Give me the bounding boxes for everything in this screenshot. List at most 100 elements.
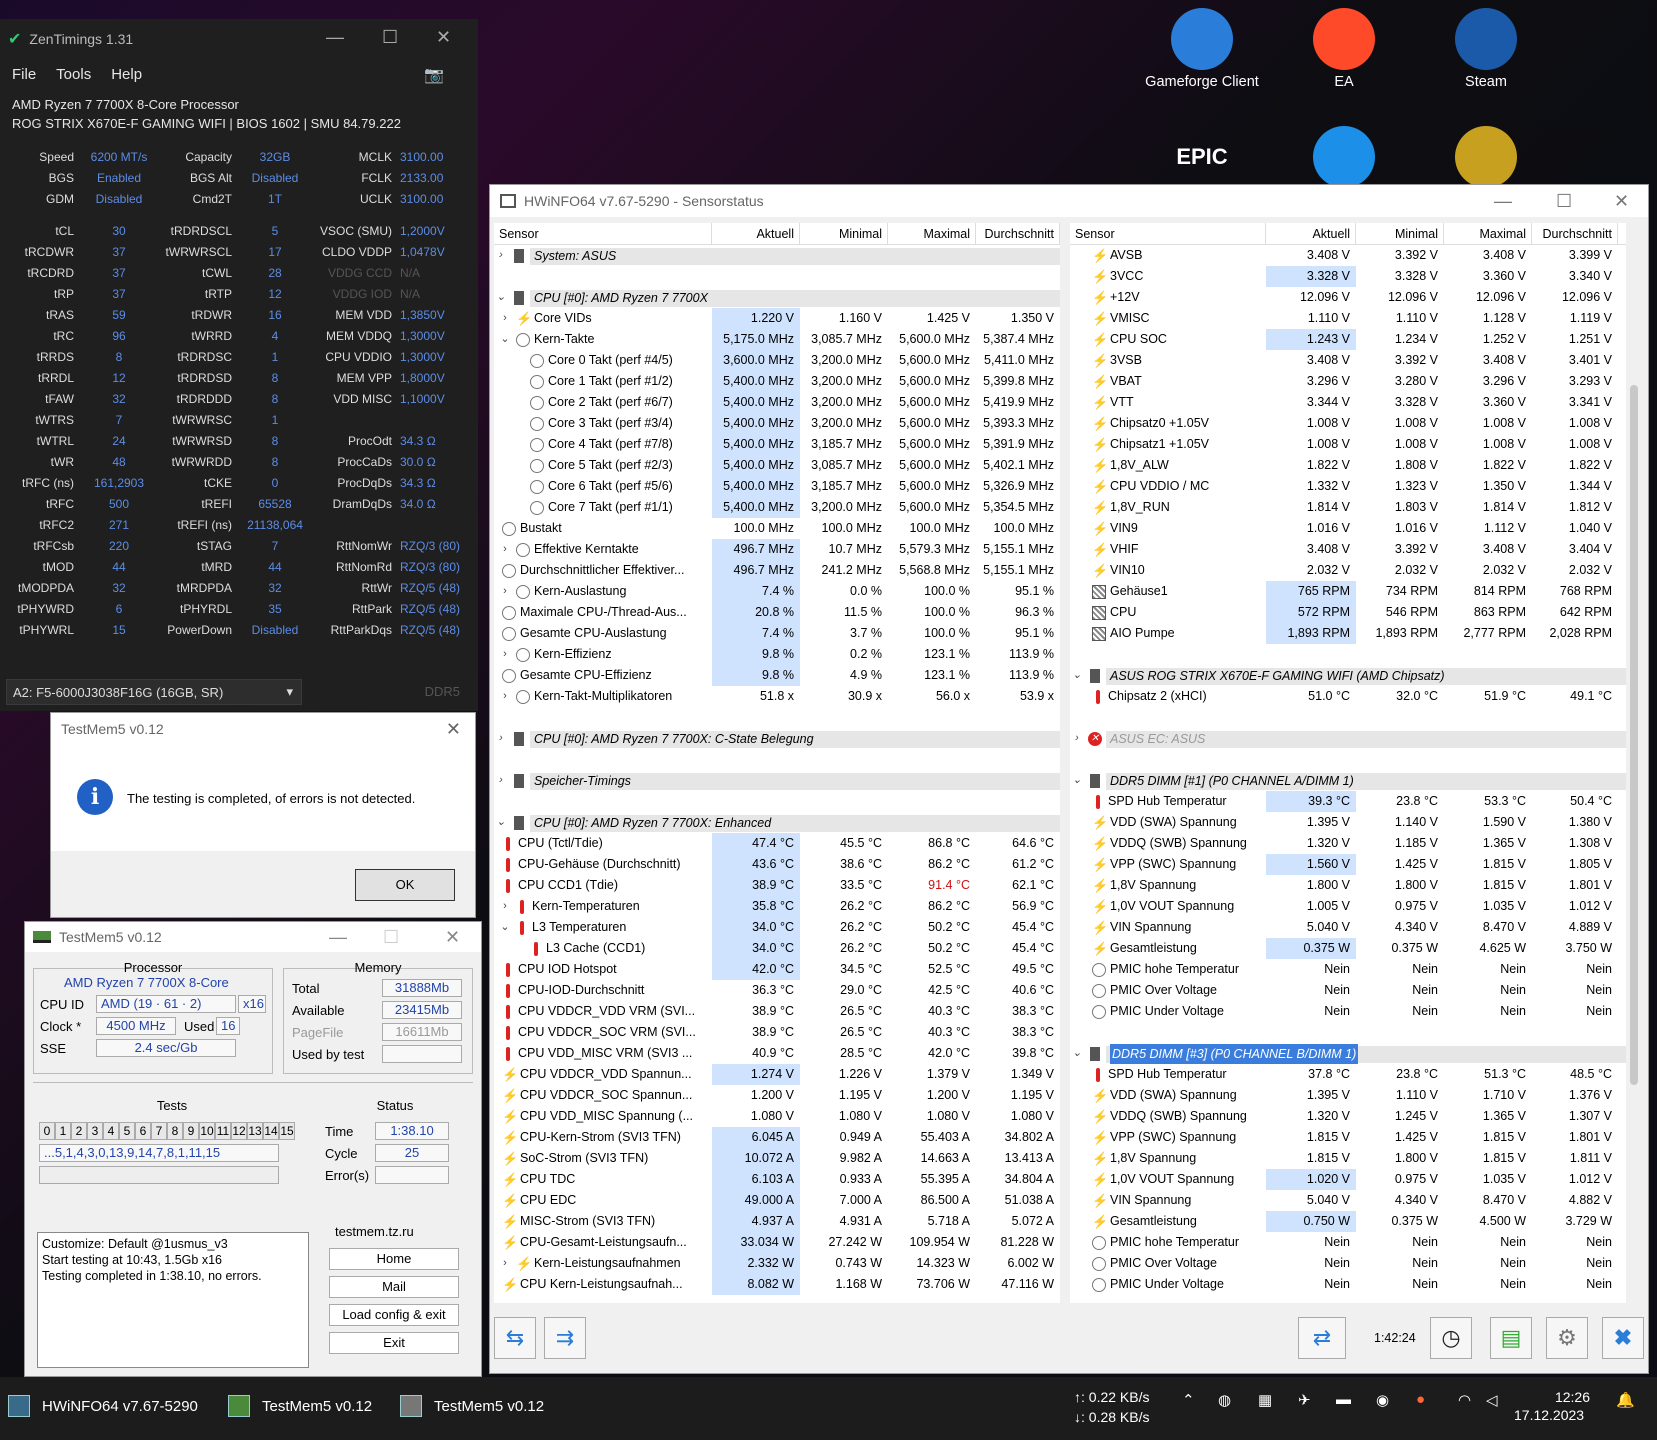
sensor-row[interactable]: ⚡ 1,8V Spannung 1.815 V 1.800 V 1.815 V 1.811… — [1070, 1148, 1626, 1169]
testmem-titlebar[interactable]: TestMem5 v0.12 — [25, 922, 481, 952]
sensor-row[interactable]: PMIC hohe Temperatur Nein Nein Nein Nein — [1070, 1232, 1626, 1253]
desktop-icon[interactable]: EA — [1277, 8, 1411, 90]
sensor-row[interactable]: CPU IOD Hotspot 42.0 °C 34.5 °C 52.5 °C 49.5… — [494, 959, 1060, 980]
sensor-row[interactable]: ⚡ CPU-Gesamt-Leistungsaufn... 33.034 W 27.2… — [494, 1232, 1060, 1253]
add-report-icon[interactable]: ▤ — [1490, 1317, 1532, 1359]
sensor-row[interactable]: ⚡ VPP (SWC) Spannung 1.560 V 1.425 V 1.815 V… — [1070, 854, 1626, 875]
sensor-row[interactable]: CPU (Tctl/Tdie) 47.4 °C 45.5 °C 86.8 °C 64.6… — [494, 833, 1060, 854]
flag-tray-icon[interactable]: ▬ — [1336, 1391, 1351, 1408]
sensor-group-header[interactable]: › Speicher-Timings — [494, 770, 1060, 791]
sensor-group-header[interactable]: ⌄ ASUS ROG STRIX X670E-F GAMING WIFI (AMD… — [1070, 665, 1626, 686]
chevron-down-icon[interactable]: ⌄ — [1070, 770, 1084, 791]
sensor-row[interactable]: ⚡ VBAT 3.296 V 3.280 V 3.296 V 3.293 V — [1070, 371, 1626, 392]
column-header-maximal[interactable]: Maximal — [1444, 223, 1532, 244]
sensor-row[interactable]: › ⚡ Kern-Leistungsaufnahmen 2.332 W 0.743 W1… — [494, 1253, 1060, 1274]
desktop-icon[interactable]: Gameforge Client — [1135, 8, 1269, 90]
notification-bell-icon[interactable]: 🔔 — [1616, 1391, 1635, 1409]
chevron-right-icon[interactable]: › — [498, 581, 512, 602]
sensor-pane-right[interactable]: Sensor Aktuell Minimal Maximal Durchschnitt ⚡… — [1070, 223, 1626, 1303]
sensor-row[interactable]: ⚡ AVSB 3.408 V 3.392 V 3.408 V 3.399 V — [1070, 245, 1626, 266]
desktop-icon[interactable] — [1419, 126, 1553, 192]
sensor-row[interactable]: SPD Hub Temperatur 37.8 °C 23.8 °C 51.3 °C 4… — [1070, 1064, 1626, 1085]
sensor-row[interactable]: ⚡ 3VSB 3.408 V 3.392 V 3.408 V 3.401 V — [1070, 350, 1626, 371]
desktop-icon[interactable]: Steam — [1419, 8, 1553, 90]
sensor-row[interactable]: ⚡ SoC-Strom (SVI3 TFN) 10.072 A 9.982 A 14.6… — [494, 1148, 1060, 1169]
sensor-row[interactable]: ⌄ L3 Temperaturen 34.0 °C 26.2 °C 50.2 °C 45.… — [494, 917, 1060, 938]
sensor-row[interactable]: ⚡ 3VCC 3.328 V 3.328 V 3.360 V 3.340 V — [1070, 266, 1626, 287]
sensor-row[interactable]: ⚡ 1,0V VOUT Spannung 1.005 V 0.975 V 1.035 V… — [1070, 896, 1626, 917]
network-icon[interactable]: ⇄ — [1298, 1317, 1346, 1359]
log-area[interactable]: Customize: Default @1usmus_v3 Start test… — [37, 1232, 309, 1368]
chevron-down-icon[interactable]: ⌄ — [1070, 665, 1084, 686]
wifi-icon[interactable]: ◠ — [1458, 1391, 1471, 1409]
close-icon[interactable]: ✕ — [446, 719, 461, 740]
sensor-row[interactable]: ⌄ Kern-Takte 5,175.0 MHz 3,085.7 MHz 5,600.0… — [494, 329, 1060, 350]
dimm-select[interactable]: A2: F5-6000J3038F16G (16GB, SR) — [6, 679, 302, 705]
minimize-icon[interactable]: — — [326, 27, 344, 48]
sensor-row[interactable]: ⚡ VHIF 3.408 V 3.392 V 3.408 V 3.404 V — [1070, 539, 1626, 560]
chevron-down-icon[interactable]: ⌄ — [498, 329, 512, 350]
scrollbar[interactable] — [1630, 385, 1638, 1085]
steam-tray-icon[interactable]: ◍ — [1218, 1391, 1231, 1409]
chevron-down-icon[interactable]: ⌄ — [494, 812, 508, 833]
chevron-right-icon[interactable]: › — [498, 686, 512, 707]
sensor-row[interactable]: ⚡ 1,0V VOUT Spannung 1.020 V 0.975 V 1.035 V… — [1070, 1169, 1626, 1190]
sensor-pane-left[interactable]: Sensor Aktuell Minimal Maximal Durchschnitt ›… — [494, 223, 1060, 1303]
sensor-row[interactable]: › Kern-Auslastung 7.4 % 0.0 % 100.0 % 95.1 % — [494, 581, 1060, 602]
chevron-up-icon[interactable]: ⌃ — [1182, 1391, 1195, 1409]
sensor-row[interactable]: › Kern-Temperaturen 35.8 °C 26.2 °C 86.2 °C 5… — [494, 896, 1060, 917]
sensor-row[interactable]: CPU-Gehäuse (Durchschnitt) 43.6 °C 38.6 °C… — [494, 854, 1060, 875]
load-config-exit-button[interactable]: Load config & exit — [329, 1304, 459, 1326]
sensor-row[interactable]: ⚡ Chipsatz1 +1.05V 1.008 V 1.008 V 1.008 V 1.… — [1070, 434, 1626, 455]
sensor-row[interactable]: Gehäuse1 765 RPM 734 RPM 814 RPM 768 RPM — [1070, 581, 1626, 602]
sensor-row[interactable]: ⚡ VDDQ (SWB) Spannung 1.320 V 1.185 V 1.365 … — [1070, 833, 1626, 854]
clock-reset-icon[interactable]: ◷ — [1430, 1317, 1472, 1359]
maximize-icon[interactable]: ☐ — [382, 27, 398, 48]
chevron-right-icon[interactable]: › — [494, 770, 508, 791]
column-header-minimal[interactable]: Minimal — [800, 223, 888, 244]
desktop-icon[interactable]: EPIC — [1135, 126, 1269, 192]
collapse-arrows-icon[interactable]: ⇉ — [544, 1317, 586, 1359]
sensor-row[interactable]: › Kern-Takt-Multiplikatoren 51.8 x 30.9 x 56… — [494, 686, 1060, 707]
ok-button[interactable]: OK — [355, 869, 455, 901]
sensor-row[interactable]: ⚡ VIN Spannung 5.040 V 4.340 V 8.470 V 4.889 … — [1070, 917, 1626, 938]
column-header-minimal[interactable]: Minimal — [1356, 223, 1444, 244]
home-button[interactable]: Home — [329, 1248, 459, 1270]
exit-button[interactable]: Exit — [329, 1332, 459, 1354]
sensor-row[interactable]: ⚡ CPU SOC 1.243 V 1.234 V 1.252 V 1.251 V — [1070, 329, 1626, 350]
sensor-row[interactable]: ⚡ VMISC 1.110 V 1.110 V 1.128 V 1.119 V — [1070, 308, 1626, 329]
sensor-row[interactable]: ⚡ VDD (SWA) Spannung 1.395 V 1.140 V 1.590 V… — [1070, 812, 1626, 833]
sensor-row[interactable]: Chipsatz 2 (xHCI) 51.0 °C 32.0 °C 51.9 °C 49… — [1070, 686, 1626, 707]
sensor-row[interactable]: PMIC Under Voltage Nein Nein Nein Nein — [1070, 1001, 1626, 1022]
desktop-icon[interactable] — [1277, 126, 1411, 192]
sensor-row[interactable]: ⚡ CPU Kern-Leistungsaufnah... 8.082 W 1.168… — [494, 1274, 1060, 1295]
sensor-row[interactable]: ⚡ CPU VDDCR_VDD Spannun... 1.274 V 1.226 V1… — [494, 1064, 1060, 1085]
sensor-row[interactable]: Maximale CPU-/Thread-Aus... 20.8 % 11.5 % 1… — [494, 602, 1060, 623]
sensor-row[interactable]: ⚡ CPU VDDIO / MC 1.332 V 1.323 V 1.350 V 1.34… — [1070, 476, 1626, 497]
sensor-row[interactable]: ⚡ Gesamtleistung 0.375 W 0.375 W 4.625 W 3.75… — [1070, 938, 1626, 959]
close-icon[interactable]: ✕ — [1614, 191, 1629, 212]
sensor-row[interactable]: CPU-IOD-Durchschnitt 36.3 °C 29.0 °C 42.5 °… — [494, 980, 1060, 1001]
sensor-row[interactable]: ⚡ +12V 12.096 V 12.096 V 12.096 V 12.096 V — [1070, 287, 1626, 308]
sensor-row[interactable]: PMIC hohe Temperatur Nein Nein Nein Nein — [1070, 959, 1626, 980]
sensor-row[interactable]: CPU VDDCR_SOC VRM (SVI... 38.9 °C 26.5 °C 4… — [494, 1022, 1060, 1043]
sensor-row[interactable]: ⚡ 1,8V_RUN 1.814 V 1.803 V 1.814 V 1.812 V — [1070, 497, 1626, 518]
sensor-row[interactable]: Core 7 Takt (perf #1/1) 5,400.0 MHz 3,200.… — [494, 497, 1060, 518]
column-header-sensor[interactable]: Sensor — [494, 223, 712, 244]
sensor-row[interactable]: ⚡ CPU TDC 6.103 A 0.933 A 55.395 A 34.804 A — [494, 1169, 1060, 1190]
sensor-group-header[interactable]: ⌄ CPU [#0]: AMD Ryzen 7 7700X — [494, 287, 1060, 308]
chevron-down-icon[interactable]: ⌄ — [494, 287, 508, 308]
chevron-right-icon[interactable]: › — [1070, 728, 1084, 749]
menu-help[interactable]: Help — [111, 66, 142, 83]
sensor-row[interactable]: PMIC Over Voltage Nein Nein Nein Nein — [1070, 980, 1626, 1001]
column-header-aktuell[interactable]: Aktuell — [1266, 223, 1356, 244]
chevron-right-icon[interactable]: › — [498, 896, 512, 917]
sensor-row[interactable]: › ⚡ Core VIDs 1.220 V 1.160 V 1.425 V 1.350 V — [494, 308, 1060, 329]
ea-tray-icon[interactable]: ● — [1416, 1391, 1425, 1408]
sensor-row[interactable]: SPD Hub Temperatur 39.3 °C 23.8 °C 53.3 °C 5… — [1070, 791, 1626, 812]
zentimings-titlebar[interactable]: ✔ ZenTimings 1.31 — [0, 19, 478, 59]
minimize-icon[interactable]: — — [329, 927, 347, 948]
sensor-row[interactable]: AIO Pumpe 1,893 RPM 1,893 RPM 2,777 RPM 2,02… — [1070, 623, 1626, 644]
taskbar-item-testmem-2[interactable]: TestMem5 v0.12 — [400, 1395, 544, 1417]
sensor-row[interactable]: Core 5 Takt (perf #2/3) 5,400.0 MHz 3,085.… — [494, 455, 1060, 476]
